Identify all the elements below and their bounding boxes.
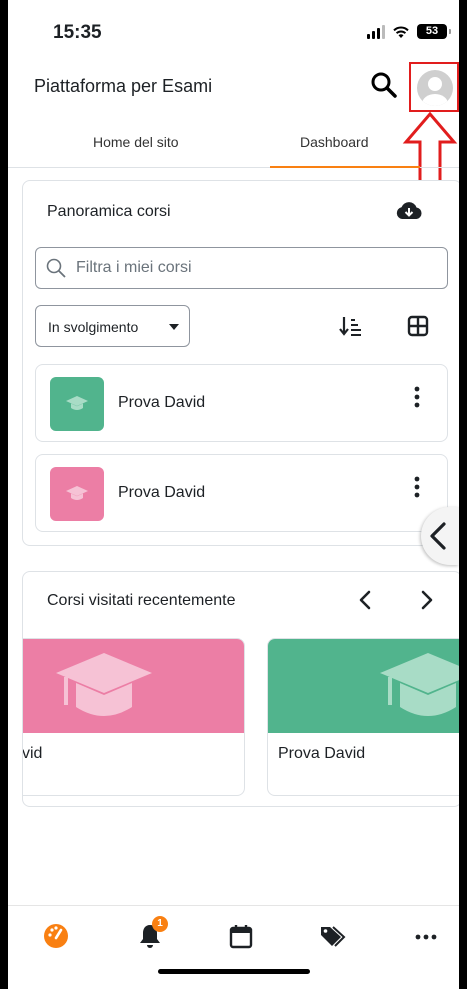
course-name[interactable]: Prova David [278, 745, 365, 763]
tags-icon[interactable] [318, 922, 346, 950]
tab-home[interactable]: Home del sito [93, 134, 179, 150]
course-item[interactable]: Prova David [35, 454, 448, 532]
chevron-right-icon[interactable] [415, 588, 439, 612]
tab-bar: Home del sito Dashboard [8, 118, 459, 168]
page-title: Piattaforma per Esami [34, 76, 213, 96]
calendar-icon[interactable] [227, 922, 255, 950]
home-indicator [158, 969, 310, 974]
tab-dashboard[interactable]: Dashboard [300, 134, 369, 150]
recent-courses-title: Corsi visitati recentemente [47, 592, 236, 609]
active-tab-indicator [270, 166, 420, 168]
notification-badge: 1 [152, 916, 168, 932]
course-name[interactable]: Prova David [118, 394, 205, 412]
course-name[interactable]: Prova David [118, 484, 205, 502]
graduation-cap-icon [56, 653, 152, 716]
course-name[interactable]: vid [23, 745, 42, 763]
wifi-icon [393, 26, 409, 38]
course-image [50, 377, 104, 431]
chevron-left-icon[interactable] [353, 588, 377, 612]
search-icon[interactable] [369, 70, 399, 100]
recent-course-card[interactable]: Prova David [267, 638, 459, 796]
course-image [23, 639, 244, 733]
more-vertical-icon[interactable] [413, 385, 421, 409]
course-overview-card: Panoramica corsi In svolgimento [22, 180, 459, 546]
avatar-highlight [409, 62, 459, 112]
sort-icon[interactable] [339, 315, 363, 337]
dashboard-icon[interactable] [42, 922, 70, 950]
status-bar: 15:35 53 [8, 0, 459, 62]
app-header: Piattaforma per Esami [8, 62, 459, 114]
card-view-icon[interactable] [407, 315, 429, 337]
recent-courses-card: Corsi visitati recentemente vid Prova Da… [22, 571, 459, 807]
search-icon [46, 258, 66, 278]
course-image [50, 467, 104, 521]
app-screen: 15:35 53 Piattaforma per Esami Home del … [8, 0, 459, 989]
battery-icon: 53 [417, 24, 451, 39]
cloud-download-icon[interactable] [395, 199, 423, 223]
avatar[interactable] [417, 70, 453, 106]
user-icon [422, 77, 448, 106]
graduation-cap-icon [66, 486, 88, 500]
more-icon[interactable] [412, 922, 440, 950]
chevron-left-icon [430, 522, 446, 550]
course-filter-input[interactable] [76, 256, 426, 280]
course-item[interactable]: Prova David [35, 364, 448, 442]
grouping-select-value: In svolgimento [48, 319, 139, 335]
signal-icon [367, 24, 385, 39]
grouping-select[interactable]: In svolgimento [35, 305, 190, 347]
bottom-navigation: 1 [8, 905, 459, 965]
notifications-button[interactable]: 1 [136, 916, 168, 950]
status-icons: 53 [367, 24, 451, 39]
graduation-cap-icon [66, 396, 88, 410]
recent-course-card[interactable]: vid [23, 638, 245, 796]
course-image [268, 639, 459, 733]
more-vertical-icon[interactable] [413, 475, 421, 499]
status-time: 15:35 [53, 22, 102, 43]
course-filter [35, 247, 448, 289]
course-overview-title: Panoramica corsi [47, 203, 171, 220]
caret-down-icon [169, 324, 179, 330]
graduation-cap-icon [380, 653, 459, 716]
